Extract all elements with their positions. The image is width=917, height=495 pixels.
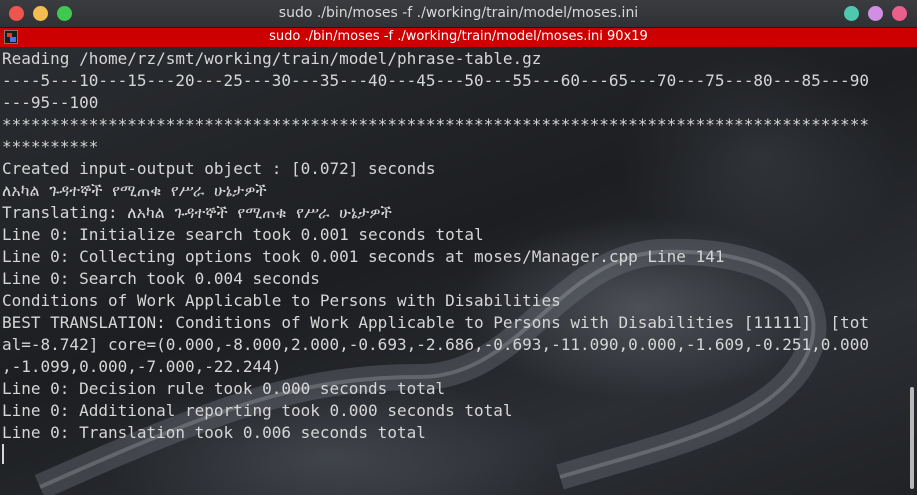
terminal-line: ለአካል ጉዳተኞች የሚጠቁ የሥራ ሁኔታዎች — [2, 181, 267, 200]
terminal-window: sudo ./bin/moses -f ./working/train/mode… — [0, 0, 917, 495]
terminal-line: Conditions of Work Applicable to Persons… — [2, 291, 561, 310]
terminal-line: Line 0: Collecting options took 0.001 se… — [2, 247, 725, 266]
text-cursor — [2, 444, 4, 464]
scrollbar[interactable] — [910, 387, 914, 489]
terminal-line: ---95--100 — [2, 93, 99, 112]
terminal-line: Line 0: Additional reporting took 0.000 … — [2, 401, 513, 420]
terminal-line: Reading /home/rz/smt/working/train/model… — [2, 49, 542, 68]
shade-icon[interactable] — [868, 6, 883, 21]
window-menu-icon[interactable] — [892, 6, 907, 21]
terminal-line: ,-1.099,0.000,-7.000,-22.244) — [2, 357, 282, 376]
terminal-text: Reading /home/rz/smt/working/train/model… — [2, 48, 912, 466]
title-bar[interactable]: sudo ./bin/moses -f ./working/train/mode… — [0, 0, 917, 28]
terminal-line: Line 0: Initialize search took 0.001 sec… — [2, 225, 484, 244]
tab-title: sudo ./bin/moses -f ./working/train/mode… — [269, 29, 648, 44]
terminal-line: Translating: ለአካል ጉዳተኞች የሚጠቁ የሥራ ሁኔታዎች — [2, 203, 392, 222]
terminal-line: ****************************************… — [2, 115, 869, 134]
terminal-line: Line 0: Search took 0.004 seconds — [2, 269, 320, 288]
window-title: sudo ./bin/moses -f ./working/train/mode… — [278, 5, 639, 21]
terminal-line: Line 0: Decision rule took 0.000 seconds… — [2, 379, 446, 398]
terminal-output[interactable]: Reading /home/rz/smt/working/train/model… — [0, 47, 917, 495]
terminal-line: ----5---10---15---20---25---30---35---40… — [2, 71, 869, 90]
terminal-line: Created input-output object : [0.072] se… — [2, 159, 436, 178]
terminal-prompt-line[interactable] — [2, 444, 912, 466]
keep-above-icon[interactable] — [844, 6, 859, 21]
terminal-line: BEST TRANSLATION: Conditions of Work App… — [2, 313, 869, 332]
tab-active[interactable]: sudo ./bin/moses -f ./working/train/mode… — [0, 28, 917, 47]
terminal-line: Line 0: Translation took 0.006 seconds t… — [2, 423, 426, 442]
terminal-line: ********** — [2, 137, 99, 156]
terminal-line: al=-8.742] core=(0.000,-8.000,2.000,-0.6… — [2, 335, 869, 354]
